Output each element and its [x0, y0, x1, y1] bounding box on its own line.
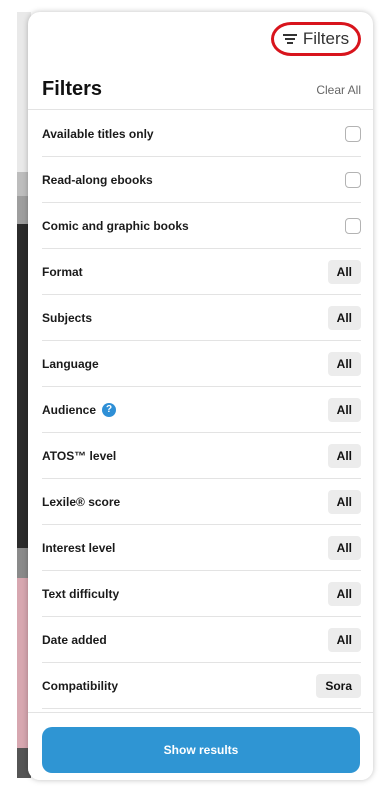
- filter-row-lexile[interactable]: Lexile® score All: [42, 479, 361, 525]
- filters-panel: Filters Filters Clear All Available titl…: [28, 12, 373, 780]
- filter-row-available-titles[interactable]: Available titles only: [42, 111, 361, 157]
- filter-row-read-along[interactable]: Read-along ebooks: [42, 157, 361, 203]
- panel-footer: Show results: [28, 712, 373, 780]
- filter-label: Subjects: [42, 310, 93, 325]
- filter-label: Text difficulty: [42, 586, 120, 601]
- audience-value-button[interactable]: All: [327, 397, 361, 422]
- filter-label: Audience: [42, 402, 97, 417]
- filter-row-subjects[interactable]: Subjects All: [42, 295, 361, 341]
- read-along-checkbox[interactable]: [345, 171, 361, 188]
- text-difficulty-value-button[interactable]: All: [327, 581, 361, 606]
- filter-row-language[interactable]: Language All: [42, 341, 361, 387]
- filters-toggle-label: Filters: [302, 29, 350, 48]
- filter-label: Lexile® score: [42, 494, 121, 509]
- help-icon[interactable]: ?: [102, 402, 117, 417]
- filter-label: Format: [42, 264, 83, 279]
- filter-icon: [282, 33, 297, 45]
- filter-row-atos[interactable]: ATOS™ level All: [42, 433, 361, 479]
- filter-label: Compatibility: [42, 678, 119, 693]
- filter-row-comic[interactable]: Comic and graphic books: [42, 203, 361, 249]
- filter-row-format[interactable]: Format All: [42, 249, 361, 295]
- filter-label: Read-along ebooks: [42, 172, 153, 187]
- filter-label-wrap: Audience ?: [42, 402, 117, 417]
- subjects-value-button[interactable]: All: [327, 305, 361, 330]
- comic-checkbox[interactable]: [345, 217, 361, 234]
- date-added-value-button[interactable]: All: [327, 627, 361, 652]
- clear-all-button[interactable]: Clear All: [316, 83, 361, 97]
- filter-label: Interest level: [42, 540, 116, 555]
- show-results-button[interactable]: Show results: [42, 727, 360, 773]
- filters-header: Filters Clear All: [28, 70, 373, 110]
- filter-list: Available titles only Read-along ebooks …: [42, 111, 361, 709]
- filter-row-compatibility[interactable]: Compatibility Sora: [42, 663, 361, 709]
- available-titles-checkbox[interactable]: [345, 125, 361, 142]
- atos-value-button[interactable]: All: [327, 443, 361, 468]
- format-value-button[interactable]: All: [327, 259, 361, 284]
- filter-row-audience[interactable]: Audience ? All: [42, 387, 361, 433]
- filter-row-text-difficulty[interactable]: Text difficulty All: [42, 571, 361, 617]
- panel-topbar: Filters: [28, 12, 373, 68]
- language-value-button[interactable]: All: [327, 351, 361, 376]
- background-page: [0, 0, 31, 791]
- filter-label: Comic and graphic books: [42, 218, 189, 233]
- filters-toggle-button[interactable]: Filters: [271, 22, 361, 56]
- filter-label: Date added: [42, 632, 107, 647]
- filter-row-interest[interactable]: Interest level All: [42, 525, 361, 571]
- filter-label: Available titles only: [42, 126, 154, 141]
- compatibility-value-button[interactable]: Sora: [316, 673, 361, 698]
- filter-label: Language: [42, 356, 99, 371]
- filter-label: ATOS™ level: [42, 448, 117, 463]
- lexile-value-button[interactable]: All: [327, 489, 361, 514]
- filter-row-date-added[interactable]: Date added All: [42, 617, 361, 663]
- interest-value-button[interactable]: All: [327, 535, 361, 560]
- page-title: Filters: [42, 78, 103, 100]
